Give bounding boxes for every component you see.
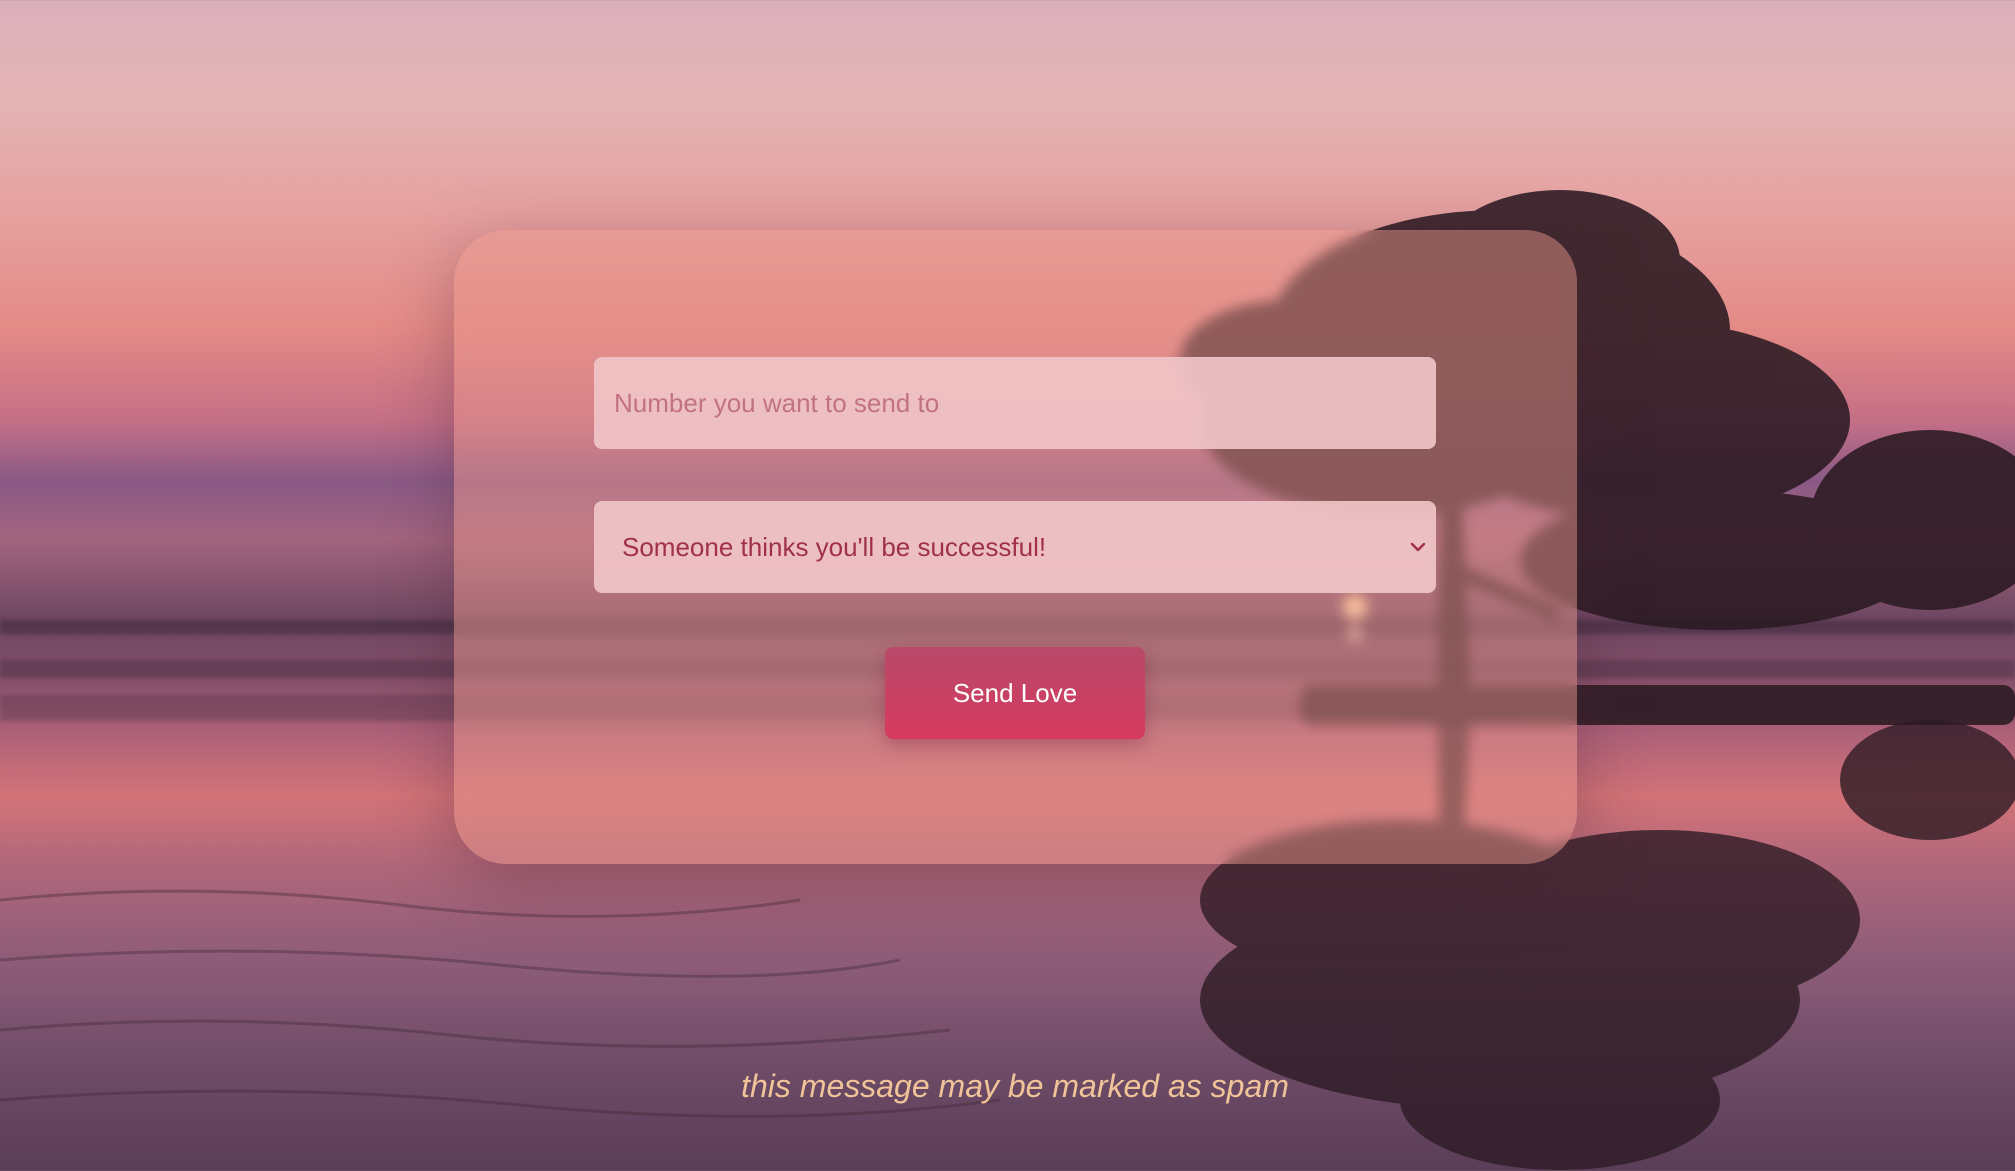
spam-disclaimer: this message may be marked as spam xyxy=(741,1068,1289,1104)
phone-number-input[interactable] xyxy=(594,357,1436,449)
message-select[interactable]: Someone thinks you'll be successful! xyxy=(594,501,1436,593)
send-love-button[interactable]: Send Love xyxy=(885,647,1145,739)
send-love-card: Someone thinks you'll be successful! Sen… xyxy=(454,230,1577,864)
chevron-down-icon xyxy=(1410,542,1426,552)
message-select-value: Someone thinks you'll be successful! xyxy=(622,532,1047,562)
